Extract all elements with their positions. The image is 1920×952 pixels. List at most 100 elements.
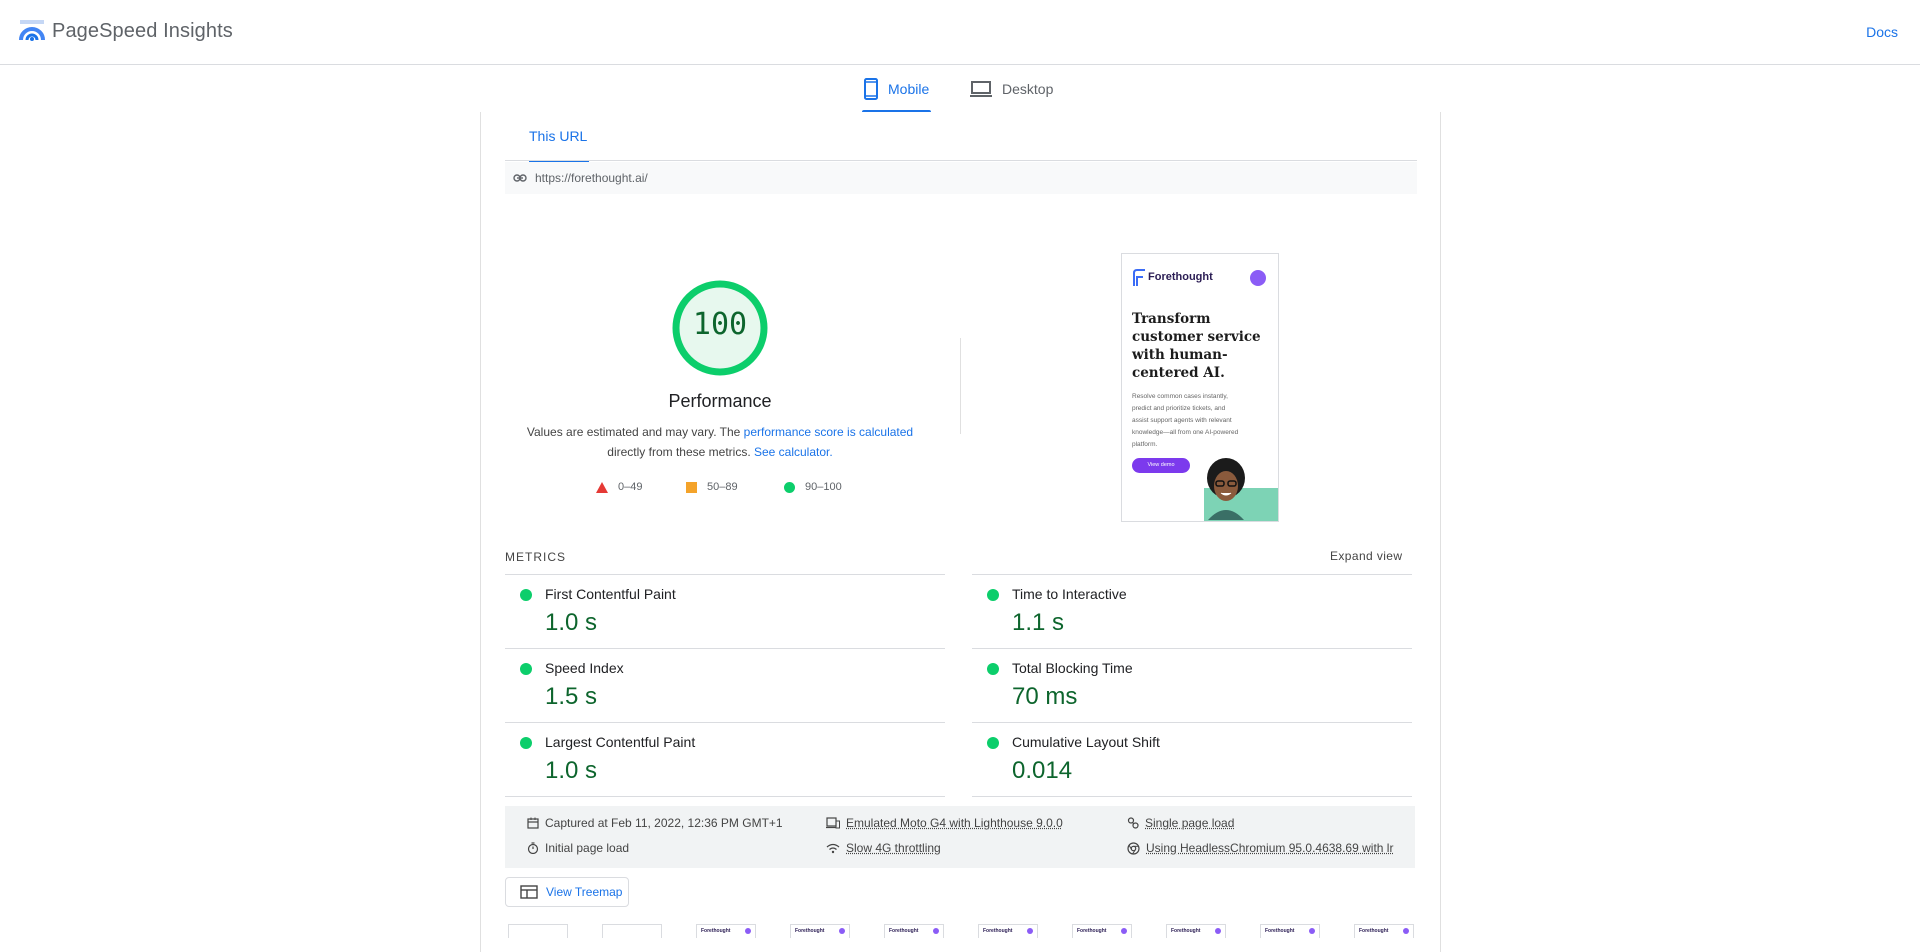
tab-this-url-label: This URL (529, 128, 588, 144)
metric-name: Speed Index (545, 660, 624, 676)
chrome-icon (1127, 841, 1140, 855)
calendar-icon (527, 817, 539, 829)
metric-largest-contentful-paint[interactable]: Largest Contentful Paint 1.0 s (505, 722, 945, 797)
screenshot-subtext: Resolve common cases instantly, predict … (1132, 391, 1240, 451)
tab-desktop[interactable]: Desktop (970, 66, 1053, 112)
menu-icon (1215, 928, 1221, 934)
link-icon (513, 174, 527, 182)
captured-text: Captured at Feb 11, 2022, 12:36 PM GMT+1 (545, 816, 783, 830)
pass-circle-icon (520, 663, 532, 675)
pass-circle-icon (987, 589, 999, 601)
thumbnail-brand: Forethought (889, 928, 919, 934)
metric-name: Total Blocking Time (1012, 660, 1133, 676)
screenshot-brand: Forethought (1148, 271, 1213, 283)
tab-mobile[interactable]: Mobile (862, 66, 932, 113)
menu-icon (1309, 928, 1315, 934)
headline-line: customer service (1132, 329, 1261, 345)
metric-value: 70 ms (1012, 683, 1078, 710)
treemap-icon (520, 885, 538, 899)
thumbnail-brand: Forethought (1077, 928, 1107, 934)
subtext-line: platform. (1132, 441, 1158, 448)
person-photo (1207, 458, 1245, 520)
url-bar: https://forethought.ai/ (505, 162, 1417, 194)
metrics-bottom-border (972, 796, 1412, 797)
subtext-line: knowledge—all from one AI-powered (1132, 429, 1239, 436)
metric-value: 1.5 s (545, 683, 598, 710)
app-title[interactable]: PageSpeed Insights (52, 20, 233, 43)
thumbnail-brand: Forethought (1359, 928, 1389, 934)
metrics-heading: METRICS (505, 550, 566, 564)
docs-link[interactable]: Docs (1866, 24, 1898, 40)
performance-title: Performance (668, 391, 772, 411)
filmstrip-thumbnail (602, 924, 662, 938)
legend-pass: 90–100 (784, 481, 842, 493)
filmstrip-thumbnail: Forethought (1354, 924, 1414, 938)
tab-this-url[interactable]: This URL (529, 112, 589, 162)
menu-icon (745, 928, 751, 934)
single-page-text: Single page load (1145, 816, 1235, 830)
initial-load-text: Initial page load (545, 841, 630, 855)
metric-cumulative-layout-shift[interactable]: Cumulative Layout Shift 0.014 (972, 722, 1412, 797)
headline-line: centered AI. (1132, 365, 1225, 381)
red-triangle-icon (596, 481, 608, 493)
throttling-text: Slow 4G throttling (846, 841, 941, 855)
smartphone-icon (864, 78, 878, 100)
metric-speed-index[interactable]: Speed Index 1.5 s (505, 648, 945, 723)
thumbnail-brand: Forethought (701, 928, 731, 934)
info-emulated-device[interactable]: Emulated Moto G4 with Lighthouse 9.0.0 (826, 816, 1063, 830)
subtext-line: Resolve common cases instantly, (1132, 393, 1228, 400)
browser-text: Using HeadlessChromium 95.0.4638.69 with… (1146, 841, 1394, 855)
metric-value: 0.014 (1012, 757, 1073, 784)
pass-circle-icon (987, 663, 999, 675)
devices-icon (826, 817, 840, 829)
menu-icon (1403, 928, 1409, 934)
performance-score-link[interactable]: performance score is calculated (744, 425, 913, 439)
performance-description: Values are estimated and may vary. The p… (515, 422, 925, 462)
screenshot-headline: Transform customer service with human- c… (1132, 310, 1272, 382)
thumbnail-brand: Forethought (1265, 928, 1295, 934)
metric-value: 1.1 s (1012, 609, 1065, 636)
filmstrip-thumbnail: Forethought (790, 924, 850, 938)
tab-divider (505, 160, 1417, 161)
view-demo-button: View demo (1132, 458, 1190, 473)
legend-fail: 0–49 (596, 481, 642, 493)
emulated-device-text: Emulated Moto G4 with Lighthouse 9.0.0 (846, 816, 1063, 830)
legend-average: 50–89 (686, 481, 738, 493)
performance-score: 100 (692, 307, 748, 342)
expand-view-button[interactable]: Expand view (1330, 549, 1402, 563)
analyzed-url[interactable]: https://forethought.ai/ (535, 171, 648, 185)
menu-icon (933, 928, 939, 934)
info-captured: Captured at Feb 11, 2022, 12:36 PM GMT+1 (527, 816, 783, 830)
final-screenshot[interactable]: Forethought Transform customer service w… (1121, 253, 1279, 522)
perf-desc-text-1: Values are estimated and may vary. The (526, 425, 744, 439)
pass-circle-icon (520, 737, 532, 749)
pagespeed-logo-icon[interactable] (18, 18, 46, 44)
info-browser[interactable]: Using HeadlessChromium 95.0.4638.69 with… (1127, 841, 1407, 855)
metric-time-to-interactive[interactable]: Time to Interactive 1.1 s (972, 574, 1412, 649)
info-initial-load: Initial page load (527, 841, 629, 855)
see-calculator-link[interactable]: See calculator. (754, 445, 833, 459)
wifi-icon (826, 843, 840, 853)
forethought-logo-icon (1133, 269, 1145, 286)
info-single-page[interactable]: Single page load (1127, 816, 1234, 830)
metric-first-contentful-paint[interactable]: First Contentful Paint 1.0 s (505, 574, 945, 649)
view-treemap-button[interactable]: View Treemap (505, 877, 629, 907)
filmstrip-thumbnail: Forethought (884, 924, 944, 938)
filmstrip-thumbnail: Forethought (1166, 924, 1226, 938)
metric-value: 1.0 s (545, 609, 598, 636)
filmstrip-thumbnail: Forethought (1260, 924, 1320, 938)
metric-total-blocking-time[interactable]: Total Blocking Time 70 ms (972, 648, 1412, 723)
subtext-line: assist support agents with relevant (1132, 417, 1232, 424)
subtext-line: predict and prioritize tickets, and (1132, 405, 1226, 412)
pass-circle-icon (987, 737, 999, 749)
menu-icon (1027, 928, 1033, 934)
single-page-icon (1127, 817, 1139, 829)
menu-icon (1250, 270, 1266, 286)
info-throttling[interactable]: Slow 4G throttling (826, 841, 941, 855)
perf-desc-text-2: directly from these metrics. (607, 445, 754, 459)
orange-square-icon (686, 481, 697, 493)
thumbnail-brand: Forethought (1171, 928, 1201, 934)
filmstrip-thumbnail: Forethought (978, 924, 1038, 938)
metric-name: Largest Contentful Paint (545, 734, 696, 750)
stopwatch-icon (527, 842, 539, 854)
